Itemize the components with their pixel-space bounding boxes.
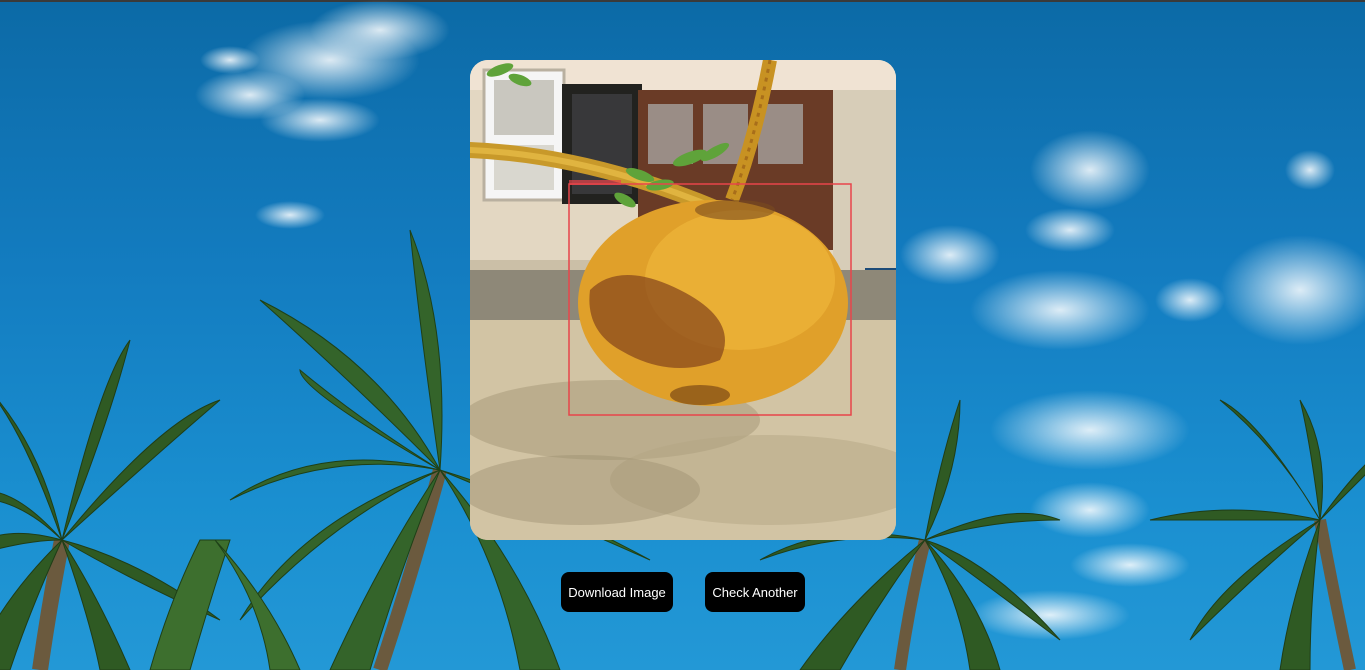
detection-label-tag — [569, 180, 621, 185]
download-image-button[interactable]: Download Image — [561, 572, 673, 612]
check-another-button[interactable]: Check Another — [705, 572, 805, 612]
page: Download Image Check Another — [0, 0, 1365, 670]
coconut-photo-icon — [470, 60, 896, 540]
detection-result-image — [470, 60, 896, 540]
cloud — [195, 0, 450, 229]
